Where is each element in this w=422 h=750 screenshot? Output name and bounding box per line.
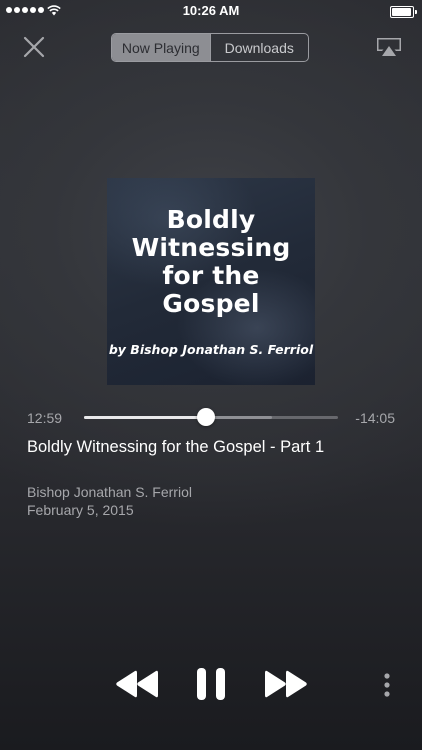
progress-fill [84, 416, 206, 419]
track-date: February 5, 2015 [27, 502, 134, 518]
status-bar: 10:26 AM [0, 0, 422, 22]
track-artist: Bishop Jonathan S. Ferriol [27, 484, 192, 500]
progress-thumb[interactable] [196, 408, 215, 426]
elapsed-time: 12:59 [27, 410, 63, 426]
airplay-icon[interactable] [376, 37, 402, 57]
remaining-time: -14:05 [355, 410, 395, 426]
battery-icon [390, 6, 417, 18]
close-icon[interactable] [22, 35, 46, 59]
tab-downloads[interactable]: Downloads [209, 34, 309, 61]
tab-now-playing[interactable]: Now Playing [112, 34, 210, 61]
album-artwork: Boldly Witnessing for the Gospel by Bish… [107, 178, 315, 385]
view-segmented-control: Now Playing Downloads [111, 33, 309, 62]
track-title: Boldly Witnessing for the Gospel - Part … [27, 438, 325, 456]
more-vertical-icon[interactable] [380, 672, 394, 698]
artwork-title: Boldly Witnessing for the Gospel [131, 205, 291, 318]
now-playing-screen: 10:26 AM Now Playing Downloads Boldly Wi… [0, 0, 422, 750]
artwork-author: by Bishop Jonathan S. Ferriol [108, 342, 314, 357]
status-time: 10:26 AM [182, 3, 240, 18]
progress-slider[interactable] [84, 408, 338, 426]
fast-forward-icon[interactable] [263, 668, 309, 700]
pause-icon[interactable] [194, 666, 228, 702]
rewind-icon[interactable] [114, 668, 160, 700]
